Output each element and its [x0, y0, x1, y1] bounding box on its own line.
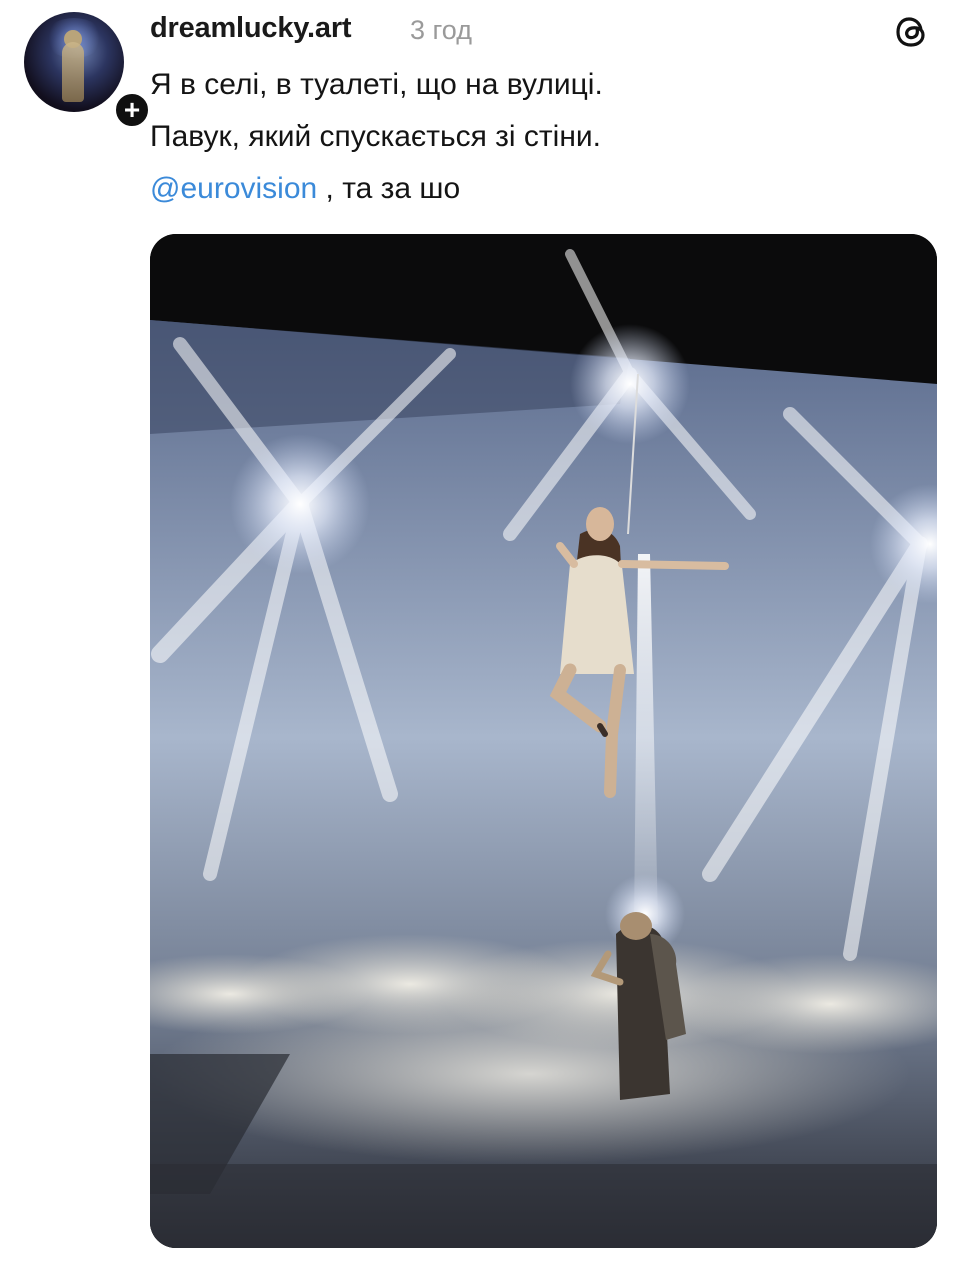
username[interactable]: dreamlucky.art — [150, 12, 352, 45]
threads-icon[interactable] — [890, 10, 934, 54]
post-image[interactable] — [150, 234, 937, 1248]
avatar — [24, 12, 124, 112]
follow-plus-icon[interactable]: + — [112, 90, 152, 130]
post-text-line-3: @eurovision , та за шо — [150, 172, 460, 206]
follow-symbol: + — [123, 94, 141, 125]
mention-link[interactable]: @eurovision — [150, 172, 317, 205]
avatar-figure — [62, 42, 84, 102]
post-text-line-2: Павук, який спускається зі стіни. — [150, 120, 601, 153]
post-text-line-1: Я в селі, в туалеті, що на вулиці. — [150, 68, 603, 101]
timestamp: 3 год — [410, 15, 472, 45]
author-avatar[interactable]: + — [24, 12, 152, 130]
mention-suffix: , та за шо — [317, 172, 461, 205]
